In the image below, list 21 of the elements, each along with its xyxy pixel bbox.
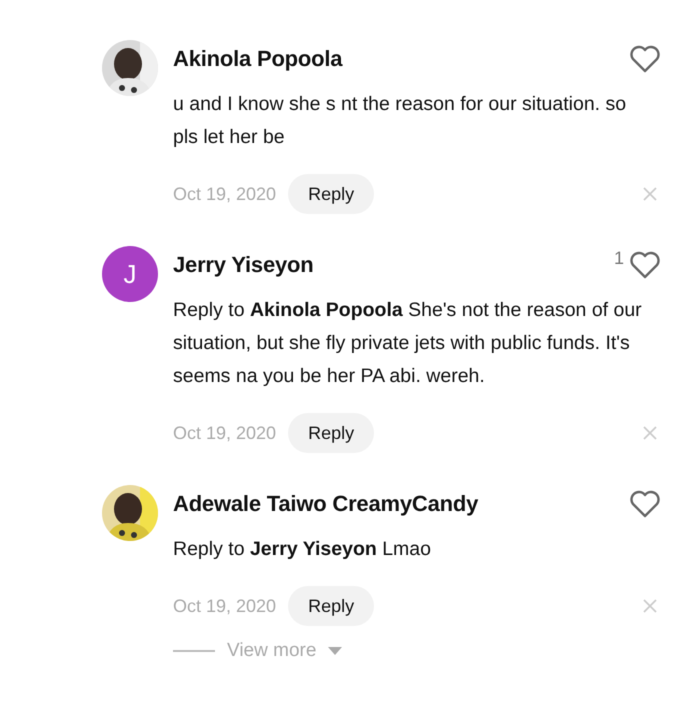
avatar-icon[interactable]: J (102, 246, 158, 302)
close-icon[interactable] (643, 599, 657, 613)
reply-button[interactable]: Reply (288, 413, 374, 453)
comment-text: Reply to Akinola Popoola She's not the reason of our situation, but she fly private jets with public funds. It's seems na you be her PA abi. wereh. (173, 298, 643, 389)
heart-icon[interactable] (628, 250, 662, 280)
heart-icon[interactable] (628, 44, 662, 74)
caret-icon[interactable] (328, 646, 342, 656)
author-name[interactable]: Akinola Popoola (173, 46, 628, 72)
reply-button[interactable]: Reply (288, 174, 374, 214)
author-name[interactable]: Adewale Taiwo CreamyCandy (173, 491, 628, 517)
author-name[interactable]: Jerry Yiseyon (173, 252, 614, 278)
reply-button[interactable]: Reply (288, 586, 374, 626)
close-icon[interactable] (643, 187, 657, 201)
comment-date: Oct 19, 2020 (173, 422, 276, 444)
comment-date: Oct 19, 2020 (173, 596, 276, 616)
comment-text: u and I know she s nt the reason for our situation. so pls let her be (173, 92, 628, 150)
comment-text: Reply to Jerry Yiseyon Lmao (173, 537, 432, 562)
heart-icon[interactable] (628, 489, 662, 519)
like-count: 1 (614, 248, 624, 269)
comment-date: Oct 19, 2020 (173, 184, 276, 204)
close-icon[interactable] (643, 426, 657, 440)
